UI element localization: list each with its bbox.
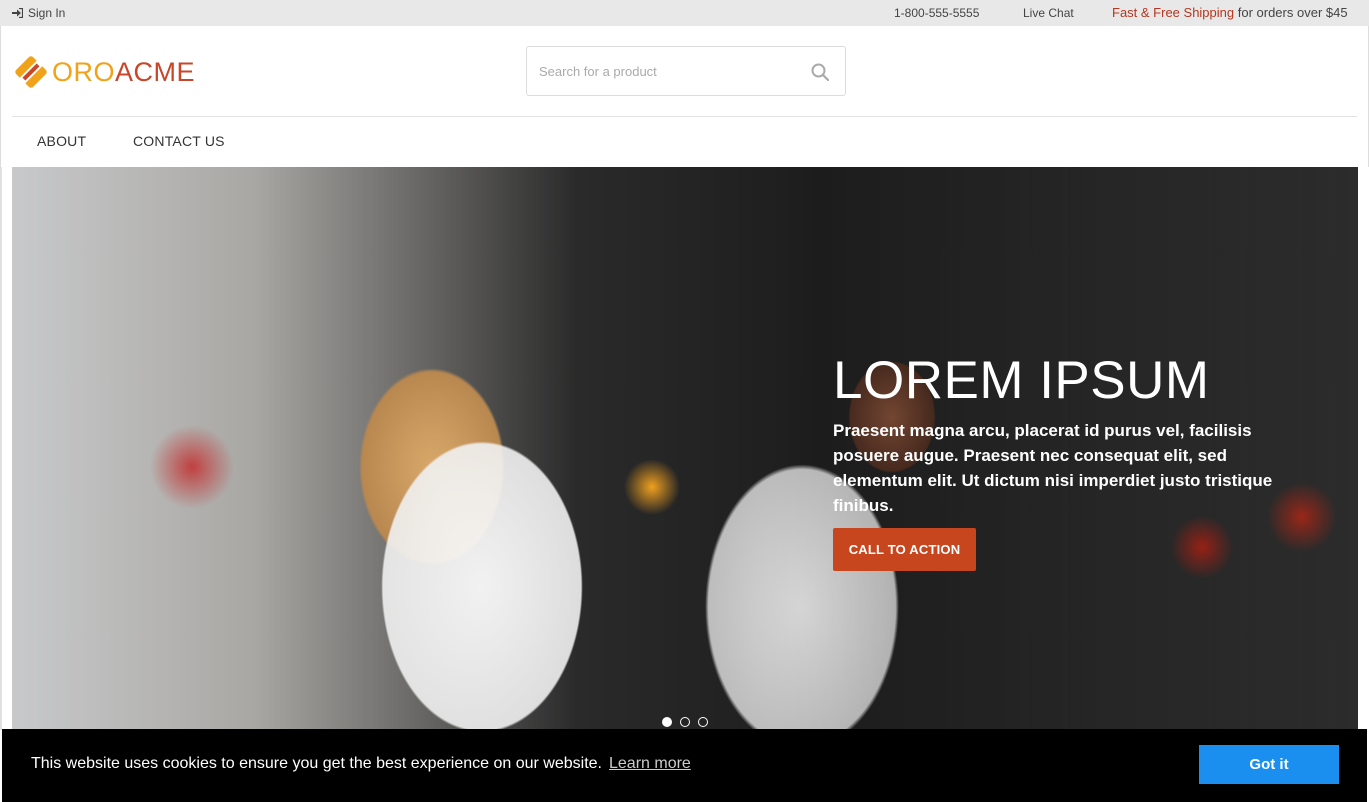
shipping-promo: Fast & Free Shipping for orders over $45 (1112, 5, 1348, 20)
carousel-dot-2[interactable] (680, 717, 690, 727)
logo-mark-icon (15, 56, 47, 88)
cookie-banner: This website uses cookies to ensure you … (2, 729, 1367, 802)
learn-more-link[interactable]: Learn more (609, 755, 691, 773)
hero-title: LOREM IPSUM (833, 351, 1210, 410)
hero-text: Praesent magna arcu, placerat id purus v… (833, 421, 1273, 515)
shipping-promo-rest: for orders over $45 (1234, 5, 1348, 20)
search-input[interactable] (539, 47, 799, 95)
sign-in-icon (12, 8, 23, 18)
nav-item-about[interactable]: ABOUT (37, 133, 86, 149)
site-header: OROACME (0, 26, 1369, 117)
carousel-dots (662, 717, 708, 727)
sign-in-link[interactable]: Sign In (12, 6, 65, 20)
shipping-promo-accent: Fast & Free Shipping (1112, 5, 1235, 20)
hero-banner: LOREM IPSUM Praesent magna arcu, placera… (12, 167, 1358, 730)
carousel-dot-1[interactable] (662, 717, 672, 727)
site-logo[interactable]: OROACME (13, 54, 195, 90)
carousel-dot-3[interactable] (698, 717, 708, 727)
nav-item-contact-us[interactable]: CONTACT US (133, 133, 225, 149)
logo-text-acme: ACME (115, 56, 196, 87)
live-chat-link[interactable]: Live Chat (1023, 6, 1074, 20)
got-it-button[interactable]: Got it (1199, 745, 1339, 784)
cookie-message: This website uses cookies to ensure you … (31, 755, 602, 772)
call-to-action-button[interactable]: CALL TO ACTION (833, 528, 976, 571)
page-border-left (0, 167, 2, 730)
main-nav: ABOUT CONTACT US (0, 117, 1369, 167)
search-icon[interactable] (811, 63, 829, 81)
search-box (526, 46, 846, 96)
sign-in-label: Sign In (28, 6, 66, 20)
logo-text-oro: ORO (52, 56, 116, 87)
phone-number[interactable]: 1-800-555-5555 (894, 6, 979, 20)
top-bar: Sign In 1-800-555-5555 Live Chat Fast & … (0, 0, 1369, 26)
